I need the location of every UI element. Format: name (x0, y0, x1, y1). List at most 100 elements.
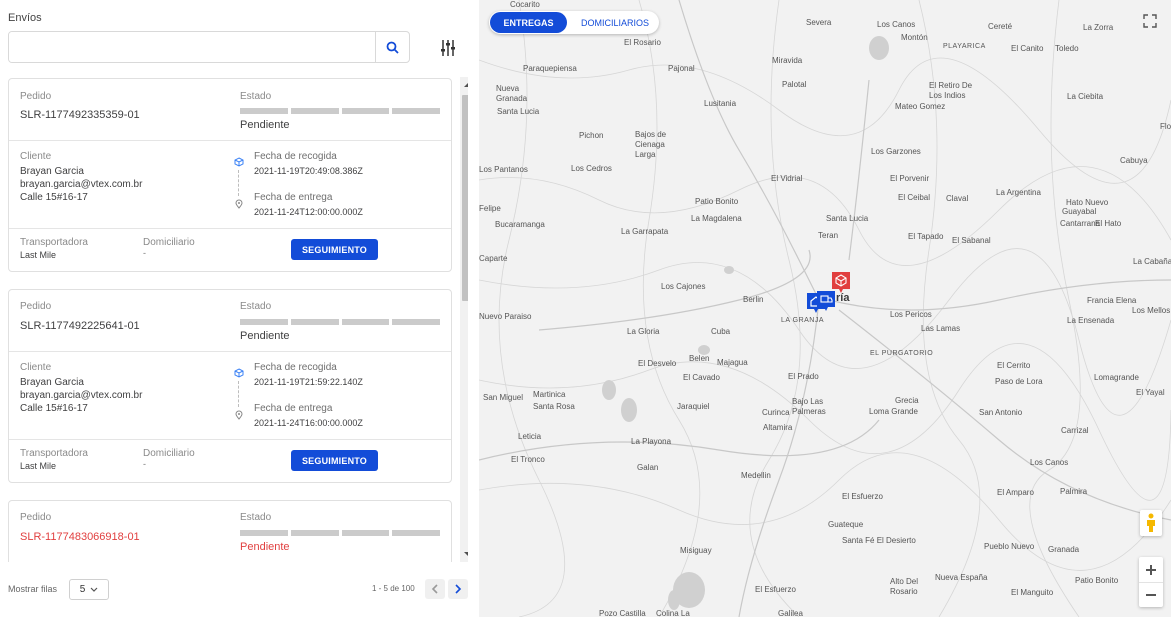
map-place-label: Majagua (717, 358, 748, 367)
scroll-thumb[interactable] (462, 95, 468, 301)
map-place-label: El Vidrial (771, 174, 803, 183)
map-view[interactable]: ENTREGAS DOMICILIARIOS Cocarito Severa Los… (479, 0, 1171, 617)
map-place-label: El Desvelo (638, 359, 677, 368)
tab-entregas[interactable]: ENTREGAS (490, 12, 567, 33)
map-place-label: Santa Fé El Desierto (842, 536, 916, 545)
scroll-up-icon[interactable] (460, 80, 468, 90)
client-label: Cliente (20, 151, 52, 162)
tracking-button[interactable]: SEGUIMIENTO (291, 450, 378, 471)
timeline-line (238, 381, 239, 407)
scroll-down-icon[interactable] (460, 549, 468, 559)
street-view-button[interactable] (1140, 510, 1162, 536)
map-place-label: El Rosario (624, 38, 661, 47)
fullscreen-button[interactable] (1139, 10, 1161, 32)
map-place-label: Jaraquiel (677, 402, 710, 411)
map-place-label: Paso de Lora (995, 377, 1043, 386)
client-name: Brayan Garcia (20, 166, 84, 177)
client-label: Cliente (20, 362, 52, 373)
client-address: Calle 15#16-17 (20, 192, 88, 203)
fullscreen-icon (1143, 14, 1157, 28)
box-icon (234, 157, 244, 167)
box-icon (234, 368, 244, 378)
tracking-button[interactable]: SEGUIMIENTO (291, 239, 378, 260)
client-email: brayan.garcia@vtex.com.br (20, 390, 143, 401)
map-place-label: Palotal (782, 80, 807, 89)
prev-page-button[interactable] (425, 579, 445, 599)
next-page-button[interactable] (448, 579, 468, 599)
map-place-label: La Playona (631, 437, 672, 446)
status-label: Estado (240, 91, 272, 102)
search-box (8, 31, 410, 63)
map-place-label: Los Cajones (661, 282, 706, 291)
map-place-label: El Manguito (1011, 588, 1054, 597)
card-footer: Transportadora Last Mile Domiciliario - … (9, 440, 451, 482)
map-place-label: Florida (1160, 122, 1171, 131)
plus-icon (1146, 564, 1156, 575)
map-place-label: Las Lamas (921, 324, 961, 333)
sliders-icon[interactable] (437, 38, 459, 58)
card-details: Cliente Brayan Garcia brayan.garcia@vtex… (9, 141, 451, 229)
map-place-label: El Prado (788, 372, 819, 381)
map-place-label: EL PURGATORIO (870, 350, 934, 357)
map-mode-toggle: ENTREGAS DOMICILIARIOS (489, 11, 659, 34)
map-place-label: Bucaramanga (495, 220, 545, 229)
status-progress (240, 108, 440, 114)
zoom-out-button[interactable] (1139, 582, 1163, 607)
map-place-label: Patio Bonito (695, 197, 739, 206)
map-place-label: La Gloria (627, 327, 660, 336)
page-range: 1 - 5 de 100 (372, 584, 415, 593)
rows-label: Mostrar filas (8, 584, 58, 594)
map-place-label: Los Cedros (571, 164, 612, 173)
map-place-label: El Porvenir (890, 174, 930, 183)
map-place-label: PLAYARICA (943, 43, 986, 50)
tab-domiciliarios[interactable]: DOMICILIARIOS (573, 12, 657, 33)
map-place-label: Claval (946, 194, 969, 203)
shipments-list: Pedido SLR-1177492335359-01 Estado Pendi… (8, 77, 468, 562)
client-address: Calle 15#16-17 (20, 403, 88, 414)
map-place-label: Nueva Granada (496, 84, 528, 103)
search-button[interactable] (375, 32, 409, 62)
map-place-label: Mateo Gomez (895, 102, 946, 111)
map-place-label: La Argentina (996, 188, 1041, 197)
panel-title: Envíos (8, 12, 42, 24)
map-place-label: Galan (637, 463, 659, 472)
carrier-label: Transportadora (20, 448, 88, 459)
card-details: Cliente Brayan Garcia brayan.garcia@vtex… (9, 352, 451, 440)
map-place-label: Bajo Las Palmeras (792, 397, 826, 416)
map-place-label: Nuevo Paraiso (479, 312, 532, 321)
rows-value: 5 (79, 584, 86, 595)
courier-value: - (143, 459, 146, 469)
map-place-label: Pichon (579, 131, 604, 140)
pickup-label: Fecha de recogida (254, 151, 337, 162)
timeline-line (238, 170, 239, 196)
map-place-label: La Ciebita (1067, 92, 1104, 101)
map-place-label: Curinca (762, 408, 790, 417)
search-input[interactable] (9, 32, 375, 62)
map-place-label: El Amparo (997, 488, 1034, 497)
order-label: Pedido (20, 91, 52, 102)
map-place-label: Lomagrande (1094, 373, 1139, 382)
card-header: Pedido SLR-1177492335359-01 Estado Pendi… (9, 79, 451, 141)
carrier-value: Last Mile (20, 250, 57, 260)
map-place-label: Pozo Castilla (599, 609, 646, 617)
map-place-label: Cuba (711, 327, 731, 336)
map-place-label: Medellin (741, 471, 771, 480)
map-place-label: El Tapado (908, 232, 944, 241)
chevron-down-icon (90, 587, 98, 592)
pickup-date: 2021-11-19T20:49:08.386Z (254, 166, 363, 176)
zoom-in-button[interactable] (1139, 557, 1163, 582)
courier-value: - (143, 248, 146, 258)
rows-select[interactable]: 5 (69, 579, 109, 600)
map-place-label: Los Garzones (871, 147, 921, 156)
location-pin-icon (235, 199, 243, 209)
delivery-label: Fecha de entrega (254, 192, 333, 203)
client-name: Brayan Garcia (20, 377, 84, 388)
map-place-label: Paraquepiensa (523, 64, 577, 73)
shipment-card: Pedido SLR-1177483066918-01 Estado Pendi… (8, 500, 452, 562)
status-text: Pendiente (240, 119, 290, 131)
map-place-label: El Esfuerzo (842, 492, 883, 501)
map-place-label: Colina La (656, 609, 690, 617)
pickup-label: Fecha de recogida (254, 362, 337, 373)
map-place-label: Los Canos (877, 20, 916, 29)
list-scrollbar[interactable] (460, 77, 468, 562)
